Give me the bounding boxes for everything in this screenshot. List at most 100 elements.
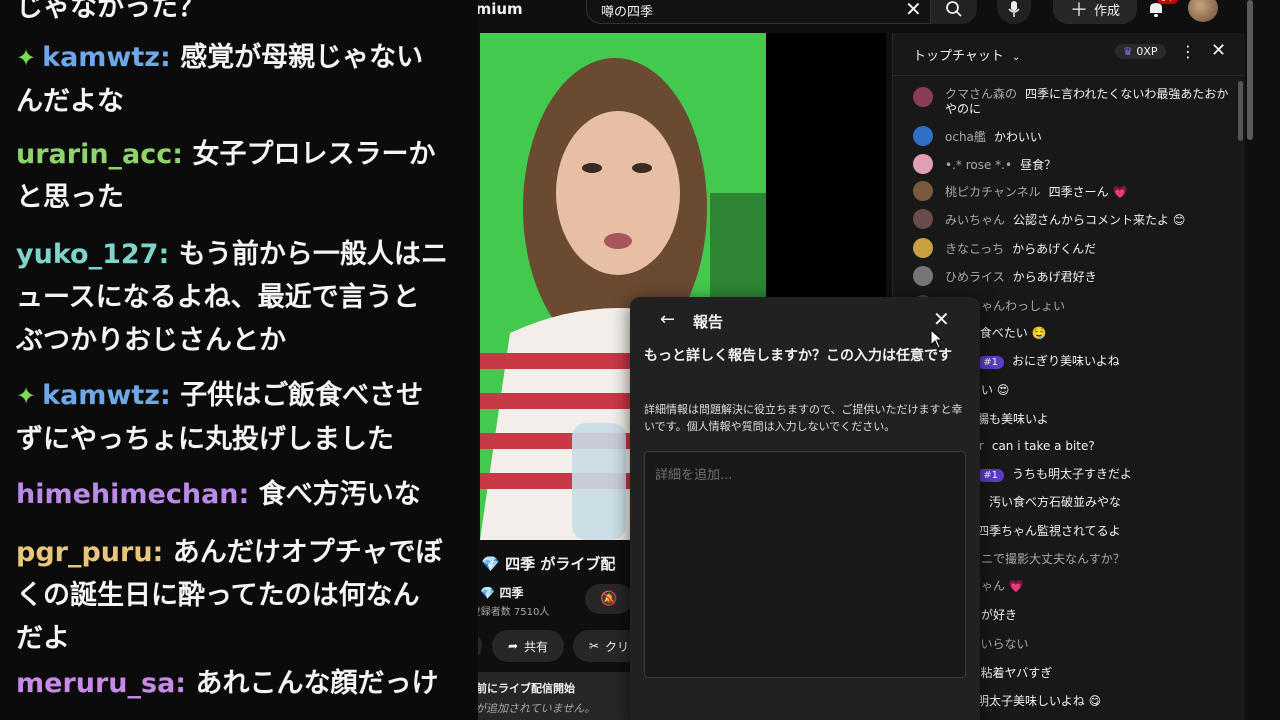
rank-badge: #1 <box>977 355 1005 369</box>
chat-avatar[interactable] <box>913 154 933 174</box>
overlay-message-continuation: んだよな <box>16 86 124 117</box>
chat-message-body: 桃ピカチャンネル 四季さーん 💗 <box>945 183 1127 200</box>
chat-author[interactable]: クマさん森の <box>945 87 1017 101</box>
details-input[interactable] <box>644 451 966 678</box>
star-badge-icon: ✦ <box>16 44 37 72</box>
overlay-username: kamwtz: <box>42 42 171 73</box>
chat-message[interactable]: 桃ピカチャンネル 四季さーん 💗 <box>913 180 1127 202</box>
account-avatar[interactable] <box>1188 0 1218 22</box>
chat-message[interactable]: •.* rose *.• 昼食？ <box>913 153 1056 175</box>
overlay-message-continuation: だよ <box>16 623 70 654</box>
dialog-title: 報告 <box>693 313 724 331</box>
overlay-chat-message: pgr_puru: あんだけオプチャでぼくの誕生日に酔ってたのは何なん だよ <box>16 531 471 660</box>
chat-text: can i take a bite? <box>991 439 1095 453</box>
overlay-chat-message: じゃなかった？ <box>16 0 471 29</box>
search-box[interactable]: 噂の四季 ✕ <box>586 0 931 24</box>
chat-message-body: ocha艦 かわいい <box>945 128 1042 145</box>
overlay-message-text: じゃなかった？ <box>16 0 205 23</box>
overlay-message-text: もう前から一般人はニ <box>178 239 448 270</box>
chat-author[interactable]: ocha艦 <box>945 130 986 144</box>
chat-avatar[interactable] <box>913 209 933 229</box>
microphone-icon <box>1008 1 1020 17</box>
chat-text: からあげくんだ <box>1012 241 1097 256</box>
chat-message[interactable]: クマさん森の 四季に言われたくないわ最強あたおかやのに <box>913 87 1235 119</box>
overlay-chat-message: ✦ kamwtz: 感覚が母親じゃない んだよな <box>16 36 471 123</box>
chat-text: うちも明太子すきだよ <box>1012 466 1133 481</box>
voice-search-button[interactable] <box>997 0 1031 24</box>
dialog-close-icon[interactable]: ✕ <box>933 307 950 331</box>
overlay-message-continuation: と思った <box>16 182 124 213</box>
bell-off-icon: 🔕 <box>600 591 618 607</box>
overlay-username: pgr_puru: <box>16 537 164 568</box>
chat-text: 食べたい 🤤 <box>979 325 1047 340</box>
back-arrow-icon[interactable]: ← <box>660 309 675 330</box>
chat-header: トップチャット ⌄ ♛ 0XP ⋮ ✕ <box>893 33 1245 76</box>
overlay-chat-message: ✦ kamwtz: 子供はご飯食べさせ ずにやっちょに丸投げしました <box>16 374 471 461</box>
overlay-message-continuation: ずにやっちょに丸投げしました <box>16 424 394 455</box>
overlay-chat-message: urarin_acc: 女子プロレスラーかと思った <box>16 133 471 219</box>
chat-author[interactable]: みいちゃん <box>945 213 1005 227</box>
chat-avatar[interactable] <box>913 238 933 258</box>
chat-avatar[interactable] <box>913 87 933 107</box>
chat-author[interactable]: •.* rose *.• <box>945 158 1012 172</box>
chat-message[interactable]: みいちゃん 公認さんからコメント来たよ 😊 <box>913 208 1185 230</box>
chat-text: かわいい <box>993 129 1042 144</box>
more-options-icon[interactable]: ⋮ <box>1180 42 1196 61</box>
chat-scrollbar[interactable] <box>1238 81 1243 141</box>
chat-message-body: きなこっち からあげくんだ <box>945 240 1096 257</box>
create-label: 作成 <box>1093 3 1120 19</box>
share-icon: ➦ <box>507 639 519 653</box>
overlay-message-text: 女子プロレスラーか <box>192 139 436 170</box>
chat-message-body: みいちゃん 公認さんからコメント来たよ 😊 <box>945 211 1185 228</box>
chat-message-body: クマさん森の 四季に言われたくないわ最強あたおかやのに <box>945 87 1235 117</box>
stream-chat-overlay: じゃなかった？ ✦ kamwtz: 感覚が母親じゃない んだよな urarin_acc:… <box>0 0 478 720</box>
chat-text: からあげ君好き <box>1012 269 1097 284</box>
chat-avatar[interactable] <box>913 181 933 201</box>
chat-avatar[interactable] <box>913 266 933 286</box>
chat-mode-label: トップチャット <box>913 49 1004 64</box>
search-button[interactable] <box>931 0 977 24</box>
overlay-username: yuko_127: <box>16 239 170 270</box>
chat-message[interactable]: ひめライス からあげ君好き <box>913 265 1097 287</box>
chat-text: おにぎり美味いよね <box>1012 353 1120 368</box>
chat-message[interactable]: きなこっち からあげくんだ <box>913 237 1096 259</box>
notifications-button[interactable]: 9+ <box>1143 0 1179 22</box>
close-chat-icon[interactable]: ✕ <box>1211 40 1226 61</box>
chat-text: 明太子美味しいよね 😋 <box>977 693 1102 708</box>
search-input[interactable]: 噂の四季 <box>601 1 653 20</box>
chat-author[interactable]: 桃ピカチャンネル <box>945 185 1041 199</box>
page-scrollbar[interactable] <box>1247 0 1253 140</box>
overlay-username: urarin_acc: <box>16 139 184 170</box>
chat-message-body: ひめライス からあげ君好き <box>945 268 1097 285</box>
notification-bell-button[interactable]: 🔕 <box>585 584 633 614</box>
clear-search-icon[interactable]: ✕ <box>905 0 922 21</box>
overlay-message-text: あんだけオプチャでぼ <box>172 537 443 568</box>
notification-badge: 9+ <box>1157 0 1179 4</box>
overlay-message-continuation: ュースになるよね、最近で言うと <box>16 282 420 313</box>
overlay-message-continuation: くの誕生日に酔ってたのは何なん <box>16 580 420 611</box>
chat-message[interactable]: ocha艦 かわいい <box>913 125 1042 147</box>
chat-message-body: •.* rose *.• 昼食？ <box>945 156 1056 173</box>
report-dialog: ← 報告 ✕ もっと詳しく報告しますか？この入力は任意です 詳細情報は問題解決に… <box>630 297 980 720</box>
dialog-question: もっと詳しく報告しますか？この入力は任意です <box>644 348 952 364</box>
overlay-chat-message: yuko_127: もう前から一般人はニ ュースになるよね、最近で言うと ぶつかりお… <box>16 233 471 362</box>
chat-text: 昼食？ <box>1020 157 1057 172</box>
overlay-chat-message: meruru_sa: あれこんな顔だっけ <box>16 662 471 705</box>
search-icon <box>946 1 962 17</box>
chat-avatar[interactable] <box>913 126 933 146</box>
star-badge-icon: ✦ <box>16 382 37 410</box>
xp-label: 0XP <box>1136 45 1158 58</box>
overlay-message-text: 食べ方汚いな <box>258 479 421 510</box>
overlay-username: kamwtz: <box>42 380 171 411</box>
chat-author[interactable]: きなこっち <box>945 242 1004 256</box>
xp-badge[interactable]: ♛ 0XP <box>1115 44 1166 59</box>
screen: ☰ Premium 噂の四季 ✕ ＋ 作成 9+ <box>0 0 1280 720</box>
chat-text: 汚い食べ方石破並みやな <box>989 494 1122 509</box>
chat-author[interactable]: ひめライス <box>945 270 1005 284</box>
share-button[interactable]: ➦ 共有 <box>492 630 564 662</box>
create-button[interactable]: ＋ 作成 <box>1053 0 1137 24</box>
scissors-icon: ✂ <box>588 639 600 653</box>
clip-label: クリ <box>605 639 630 654</box>
rank-badge: #1 <box>977 468 1005 482</box>
chat-mode-selector[interactable]: トップチャット ⌄ <box>913 45 1020 64</box>
